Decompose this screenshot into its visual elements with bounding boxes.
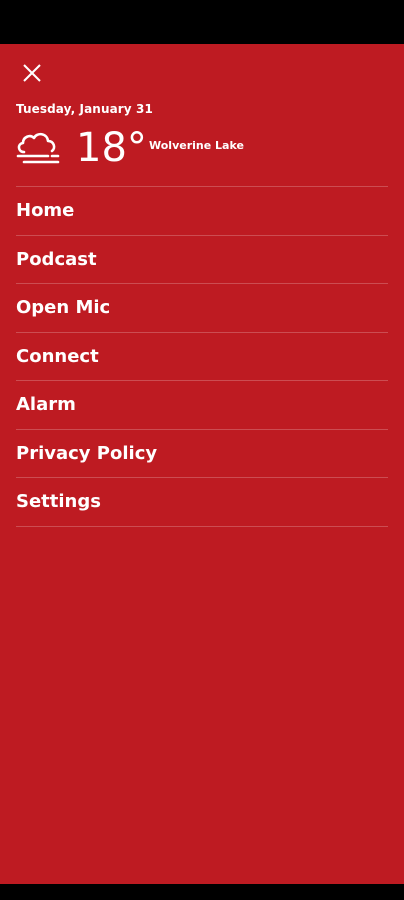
divider <box>16 525 388 527</box>
drawer-menu: Home Podcast Open Mic Connect Alarm Priv… <box>0 186 404 527</box>
weather-widget: 18° <box>14 124 147 172</box>
menu-item-privacy-policy[interactable]: Privacy Policy <box>0 430 404 478</box>
current-date: Tuesday, January 31 <box>16 102 153 116</box>
menu-item-podcast[interactable]: Podcast <box>0 236 404 284</box>
menu-item-settings[interactable]: Settings <box>0 478 404 526</box>
menu-item-open-mic[interactable]: Open Mic <box>0 284 404 332</box>
menu-item-alarm[interactable]: Alarm <box>0 381 404 429</box>
navigation-bar <box>0 884 404 900</box>
menu-item-connect[interactable]: Connect <box>0 333 404 381</box>
close-button[interactable] <box>14 58 50 88</box>
navigation-drawer: Tuesday, January 31 18° Wolverine Lake H… <box>0 44 404 884</box>
status-bar <box>0 0 404 44</box>
temperature: 18° <box>76 125 147 171</box>
weather-location: Wolverine Lake <box>149 139 244 152</box>
close-icon <box>23 64 41 82</box>
menu-item-home[interactable]: Home <box>0 187 404 235</box>
cloud-fog-icon <box>16 132 60 164</box>
